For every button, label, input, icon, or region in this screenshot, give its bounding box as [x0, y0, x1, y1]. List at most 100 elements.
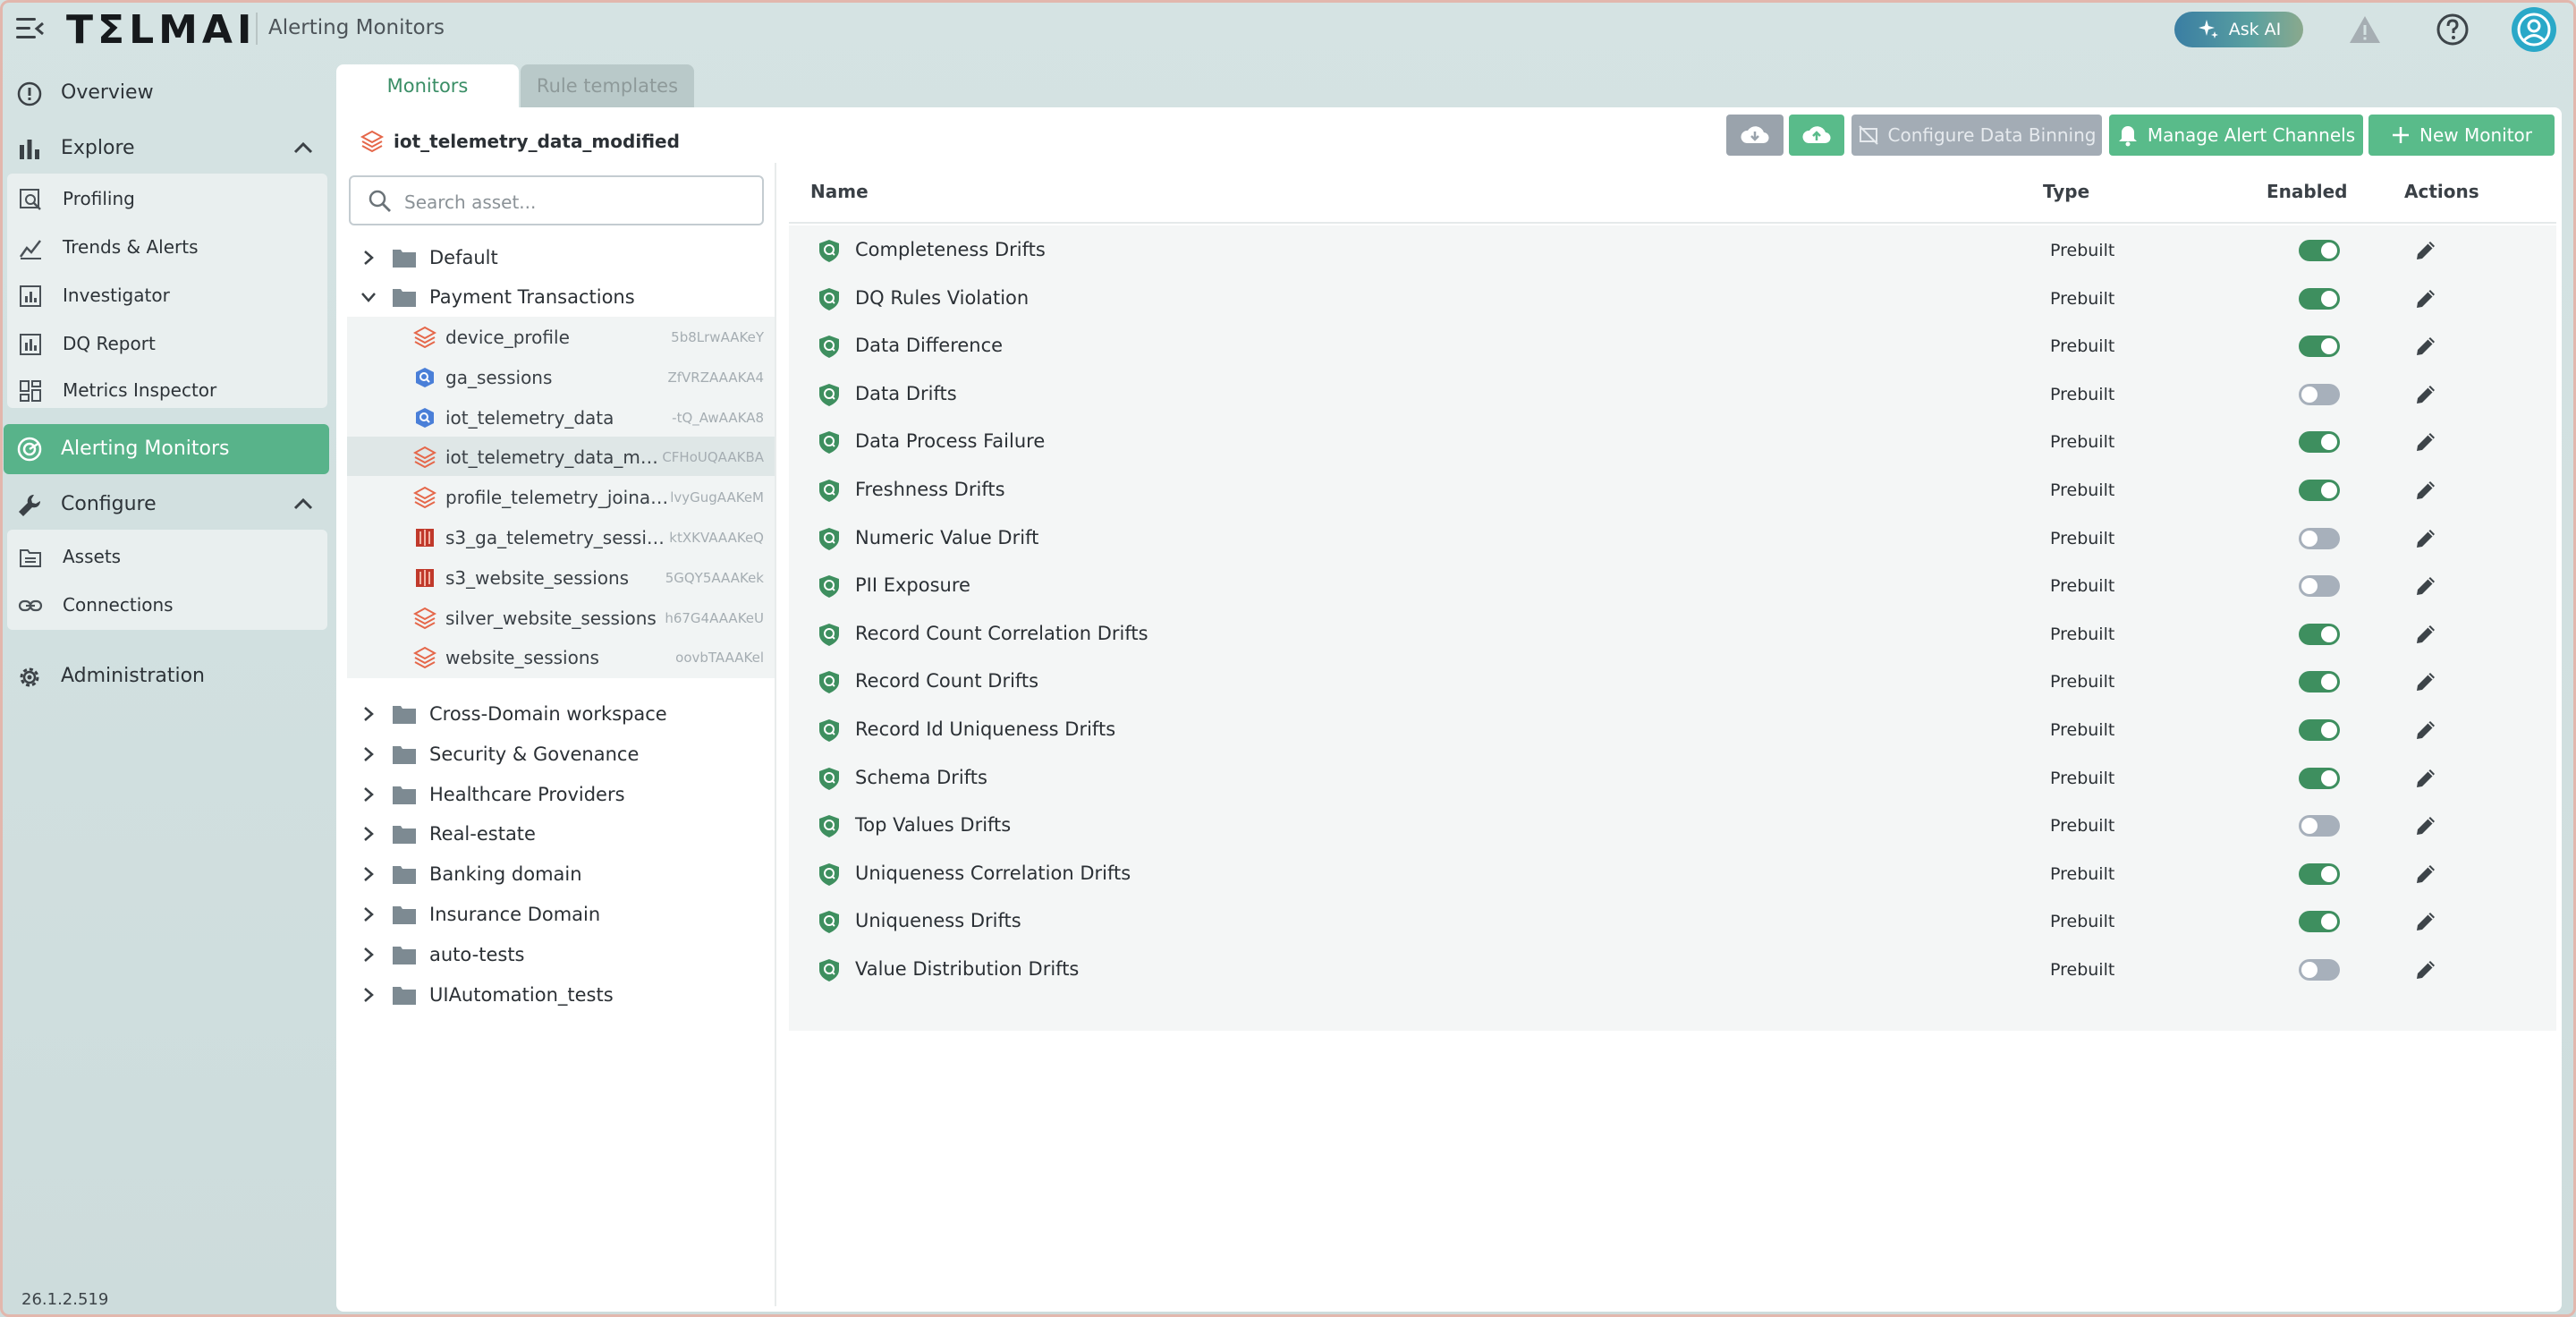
tree-asset-item[interactable]: website_sessions oovbTAAAKel: [347, 637, 775, 676]
nav-overview[interactable]: Overview: [0, 68, 329, 116]
tree-asset-item[interactable]: s3_ga_telemetry_sessions ktXKVAAAKeQ: [347, 517, 775, 557]
nav-connections[interactable]: Connections: [7, 582, 327, 628]
edit-pencil-icon[interactable]: [2413, 909, 2438, 934]
nav-trends-alerts[interactable]: Trends & Alerts: [7, 224, 327, 270]
table-row[interactable]: Data Difference Prebuilt: [789, 321, 2556, 370]
tree-asset-item[interactable]: device_profile 5b8LrwAAKeY: [347, 317, 775, 356]
table-row[interactable]: Uniqueness Correlation Drifts Prebuilt: [789, 849, 2556, 897]
configure-data-binning-button[interactable]: Configure Data Binning: [1852, 115, 2102, 156]
edit-pencil-icon[interactable]: [2413, 574, 2438, 599]
chevron-right-icon[interactable]: [360, 986, 377, 1004]
enabled-toggle[interactable]: [2299, 862, 2340, 885]
tree-asset-item[interactable]: silver_website_sessions h67G4AAAKeU: [347, 598, 775, 637]
chevron-right-icon[interactable]: [360, 249, 377, 267]
enabled-toggle[interactable]: [2299, 527, 2340, 549]
chevron-right-icon[interactable]: [360, 905, 377, 923]
edit-pencil-icon[interactable]: [2413, 382, 2438, 407]
table-row[interactable]: Top Values Drifts Prebuilt: [789, 801, 2556, 849]
nav-dq-report[interactable]: DQ Report: [7, 320, 327, 367]
enabled-toggle[interactable]: [2299, 671, 2340, 693]
enabled-toggle[interactable]: [2299, 815, 2340, 837]
nav-profiling[interactable]: Profiling: [7, 175, 327, 222]
tree-folder-security-govenance[interactable]: Security & Govenance: [347, 735, 775, 774]
table-row[interactable]: Value Distribution Drifts Prebuilt: [789, 945, 2556, 993]
chevron-right-icon[interactable]: [360, 705, 377, 723]
chevron-up-icon[interactable]: [292, 494, 315, 514]
chevron-up-icon[interactable]: [292, 138, 315, 157]
chevron-right-icon[interactable]: [360, 865, 377, 883]
edit-pencil-icon[interactable]: [2413, 334, 2438, 359]
tree-asset-item[interactable]: s3_website_sessions 5GQY5AAAKek: [347, 557, 775, 597]
nav-assets[interactable]: Assets: [7, 533, 327, 580]
enabled-toggle[interactable]: [2299, 575, 2340, 598]
ask-ai-button[interactable]: Ask AI: [2174, 12, 2303, 47]
enabled-toggle[interactable]: [2299, 911, 2340, 933]
tree-folder-auto-tests[interactable]: auto-tests: [347, 935, 775, 974]
edit-pencil-icon[interactable]: [2413, 813, 2438, 838]
tree-folder-default[interactable]: Default: [347, 238, 775, 277]
enabled-toggle[interactable]: [2299, 240, 2340, 261]
table-row[interactable]: DQ Rules Violation Prebuilt: [789, 274, 2556, 322]
tree-folder-cross-domain-workspace[interactable]: Cross-Domain workspace: [347, 694, 775, 734]
edit-pencil-icon[interactable]: [2413, 718, 2438, 743]
chevron-down-icon[interactable]: [360, 288, 377, 306]
table-row[interactable]: Freshness Drifts Prebuilt: [789, 465, 2556, 514]
table-row[interactable]: Completeness Drifts Prebuilt: [789, 225, 2556, 274]
tab-rule-templates[interactable]: Rule templates: [521, 64, 694, 107]
table-row[interactable]: PII Exposure Prebuilt: [789, 561, 2556, 609]
table-row[interactable]: Schema Drifts Prebuilt: [789, 753, 2556, 802]
column-header-enabled[interactable]: Enabled: [2267, 181, 2347, 202]
table-row[interactable]: Numeric Value Drift Prebuilt: [789, 514, 2556, 562]
enabled-toggle[interactable]: [2299, 480, 2340, 501]
tree-asset-item[interactable]: iot_telemetry_data_mod... CFHoUQAAKBA: [347, 437, 775, 477]
edit-pencil-icon[interactable]: [2413, 526, 2438, 551]
enabled-toggle[interactable]: [2299, 336, 2340, 358]
tree-asset-item[interactable]: iot_telemetry_data -tQ_AwAAKA8: [347, 397, 775, 437]
edit-pencil-icon[interactable]: [2413, 478, 2438, 503]
chevron-right-icon[interactable]: [360, 786, 377, 803]
edit-pencil-icon[interactable]: [2413, 957, 2438, 982]
table-row[interactable]: Record Count Correlation Drifts Prebuilt: [789, 609, 2556, 658]
menu-icon[interactable]: [16, 16, 47, 41]
edit-pencil-icon[interactable]: [2413, 238, 2438, 263]
tree-folder-uiautomation-tests[interactable]: UIAutomation_tests: [347, 975, 775, 1015]
tree-folder-insurance-domain[interactable]: Insurance Domain: [347, 895, 775, 934]
column-header-type[interactable]: Type: [2043, 181, 2089, 202]
edit-pencil-icon[interactable]: [2413, 286, 2438, 311]
edit-pencil-icon[interactable]: [2413, 622, 2438, 647]
manage-alert-channels-button[interactable]: Manage Alert Channels: [2109, 115, 2363, 156]
tree-folder-healthcare-providers[interactable]: Healthcare Providers: [347, 775, 775, 814]
help-icon[interactable]: [2435, 12, 2470, 47]
search-input[interactable]: Search asset...: [349, 175, 764, 225]
enabled-toggle[interactable]: [2299, 383, 2340, 405]
warning-icon[interactable]: [2347, 12, 2383, 47]
nav-investigator[interactable]: Investigator: [7, 272, 327, 319]
tree-asset-item[interactable]: profile_telemetry_joinabil... lvyGugAAKeM: [347, 477, 775, 516]
enabled-toggle[interactable]: [2299, 623, 2340, 645]
edit-pencil-icon[interactable]: [2413, 862, 2438, 887]
table-row[interactable]: Data Drifts Prebuilt: [789, 370, 2556, 418]
nav-explore[interactable]: Explore: [0, 123, 329, 172]
tab-monitors[interactable]: Monitors: [336, 64, 519, 107]
tree-folder-banking-domain[interactable]: Banking domain: [347, 854, 775, 894]
user-avatar-icon[interactable]: [2512, 7, 2556, 52]
enabled-toggle[interactable]: [2299, 959, 2340, 981]
nav-alerting-monitors[interactable]: Alerting Monitors: [4, 424, 329, 474]
new-monitor-button[interactable]: New Monitor: [2368, 115, 2555, 156]
table-row[interactable]: Record Count Drifts Prebuilt: [789, 657, 2556, 705]
nav-administration[interactable]: Administration: [0, 651, 329, 700]
enabled-toggle[interactable]: [2299, 431, 2340, 454]
chevron-right-icon[interactable]: [360, 946, 377, 964]
enabled-toggle[interactable]: [2299, 719, 2340, 741]
enabled-toggle[interactable]: [2299, 767, 2340, 789]
tree-folder-payment-transactions[interactable]: Payment Transactions: [347, 277, 775, 317]
nav-metrics-inspector[interactable]: Metrics Inspector: [7, 367, 327, 413]
chevron-right-icon[interactable]: [360, 745, 377, 763]
chevron-right-icon[interactable]: [360, 825, 377, 843]
edit-pencil-icon[interactable]: [2413, 429, 2438, 455]
download-button[interactable]: [1726, 115, 1784, 156]
enabled-toggle[interactable]: [2299, 287, 2340, 310]
nav-configure[interactable]: Configure: [0, 480, 329, 528]
table-row[interactable]: Uniqueness Drifts Prebuilt: [789, 896, 2556, 945]
edit-pencil-icon[interactable]: [2413, 669, 2438, 694]
